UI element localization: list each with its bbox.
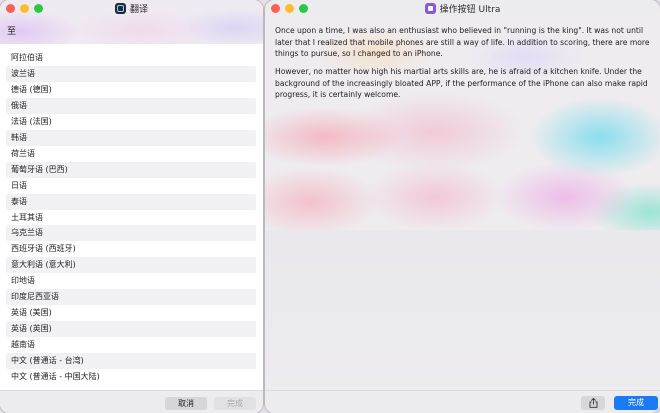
- text-paragraph: However, no matter how high his martial …: [275, 67, 648, 99]
- language-option[interactable]: 英语 (英国): [6, 321, 256, 338]
- done-button[interactable]: 完成: [614, 396, 658, 410]
- share-button[interactable]: [581, 396, 605, 410]
- language-option[interactable]: 印度尼西亚语: [6, 289, 256, 306]
- translate-window: 翻译 至 阿拉伯语 波兰语 德语 (德国) 俄语 法语 (法国) 韩语 荷兰语 葡萄牙语 (巴…: [0, 0, 263, 413]
- zoom-button[interactable]: [34, 4, 43, 13]
- left-titlebar: 翻译: [0, 0, 263, 17]
- language-option[interactable]: 波兰语: [6, 65, 256, 82]
- right-window-title: 操作按钮 Ultra: [439, 5, 501, 15]
- minimize-button[interactable]: [285, 4, 294, 13]
- language-option[interactable]: 西班牙语 (西班牙): [6, 241, 256, 257]
- language-option[interactable]: 荷兰语: [6, 146, 256, 162]
- language-option[interactable]: 英语 (美国): [6, 305, 256, 321]
- cancel-button[interactable]: 取消: [165, 397, 207, 410]
- language-option[interactable]: 印地语: [6, 273, 256, 289]
- action-button-ultra-window: 操作按钮 Ultra Once upon a time, I was also …: [265, 0, 660, 413]
- language-option[interactable]: 韩语: [6, 129, 256, 146]
- language-option[interactable]: 越南语: [6, 337, 256, 353]
- text-paragraph: Once upon a time, I was also an enthusia…: [275, 26, 650, 58]
- done-button-disabled[interactable]: 完成: [214, 397, 256, 410]
- language-option[interactable]: 俄语: [6, 97, 256, 114]
- share-icon: [589, 398, 597, 408]
- language-option[interactable]: 意大利语 (意大利): [6, 257, 256, 274]
- shortcuts-app-icon: [424, 3, 436, 14]
- language-option[interactable]: 德语 (德国): [6, 82, 256, 98]
- language-option[interactable]: 葡萄牙语 (巴西): [6, 161, 256, 178]
- language-option[interactable]: 法语 (法国): [6, 114, 256, 130]
- left-traffic-lights: [6, 4, 43, 13]
- language-option[interactable]: 日语: [6, 178, 256, 194]
- backdrop-fade: [265, 230, 660, 390]
- language-option[interactable]: 中文 (普通话 - 中国大陆): [6, 369, 256, 385]
- close-button[interactable]: [271, 4, 280, 13]
- left-footer: 取消 完成: [0, 390, 263, 413]
- right-titlebar: 操作按钮 Ultra: [265, 0, 660, 17]
- close-button[interactable]: [6, 4, 15, 13]
- language-option[interactable]: 阿拉伯语: [6, 50, 256, 66]
- language-option[interactable]: 中文 (普通话 - 台湾): [6, 353, 256, 370]
- language-option[interactable]: 土耳其语: [6, 210, 256, 226]
- right-footer: 完成: [265, 390, 660, 413]
- left-window-title: 翻译: [129, 5, 148, 15]
- right-traffic-lights: [271, 4, 308, 13]
- translate-app-icon: [114, 3, 126, 14]
- minimize-button[interactable]: [20, 4, 29, 13]
- language-option[interactable]: 泰语: [6, 193, 256, 210]
- language-list: 阿拉伯语 波兰语 德语 (德国) 俄语 法语 (法国) 韩语 荷兰语 葡萄牙语 (巴西) 日语泰…: [0, 44, 263, 390]
- target-language-label: 至: [7, 27, 17, 37]
- language-option[interactable]: 乌克兰语: [6, 225, 256, 242]
- zoom-button[interactable]: [299, 4, 308, 13]
